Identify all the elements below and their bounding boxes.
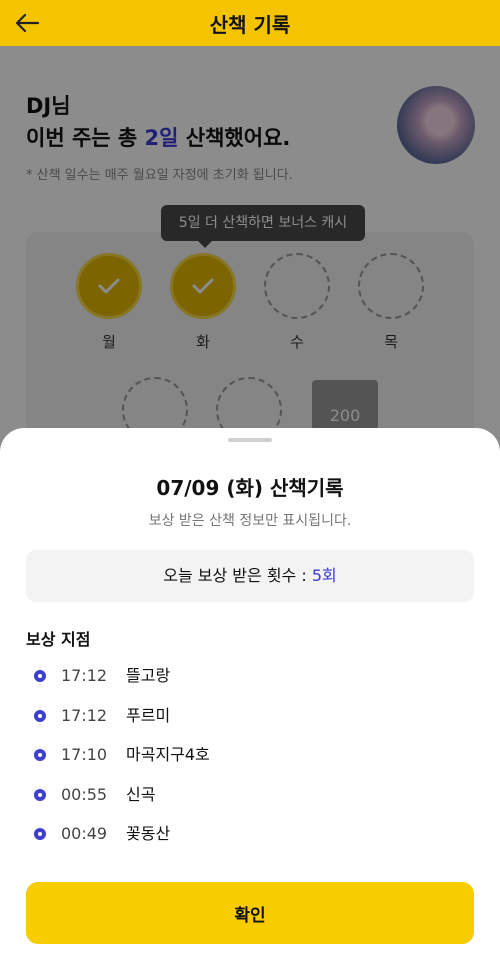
location-dot-icon: [34, 670, 46, 682]
sheet-title: 07/09 (화) 산책기록: [156, 476, 344, 500]
page-title: 산책 기록: [209, 13, 291, 37]
location-dot-icon: [34, 789, 46, 801]
app-header: 산책 기록: [0, 0, 500, 46]
reward-points-heading: 보상 지점: [26, 630, 91, 649]
walk-record-sheet: 07/09 (화) 산책기록 보상 받은 산책 정보만 표시됩니다. 오늘 보상…: [0, 428, 500, 959]
sheet-subtitle: 보상 받은 산책 정보만 표시됩니다.: [148, 513, 352, 529]
reward-count-value: 5회: [311, 566, 337, 585]
confirm-button[interactable]: 확인: [26, 882, 474, 944]
location-dot-icon: [34, 828, 46, 840]
location-dot-icon: [34, 749, 46, 761]
reward-count-box: 오늘 보상 받은 횟수 : 5회: [26, 550, 474, 602]
location-dot-icon: [34, 710, 46, 722]
sheet-drag-handle[interactable]: [228, 438, 272, 442]
